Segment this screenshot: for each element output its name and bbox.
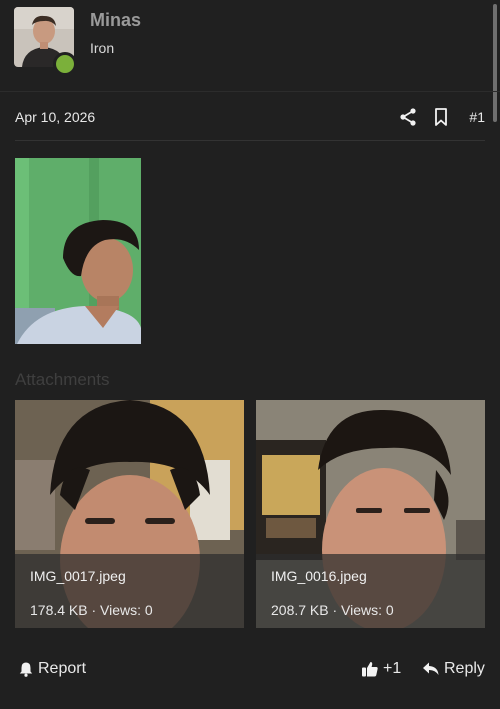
reply-button[interactable]: Reply — [422, 660, 485, 678]
thumbs-up-icon — [362, 662, 378, 677]
reply-label: Reply — [444, 660, 485, 677]
report-label: Report — [38, 660, 87, 677]
attachment-caption: IMG_0017.jpeg 178.4 KB · Views: 0 — [15, 554, 244, 628]
reply-icon — [423, 662, 439, 675]
post-meta: Apr 10, 2026 #1 — [15, 96, 485, 141]
bookmark-icon[interactable] — [431, 107, 451, 127]
attachment-info: 178.4 KB · Views: 0 — [30, 602, 153, 618]
bell-icon — [19, 662, 33, 677]
post-date[interactable]: Apr 10, 2026 — [15, 109, 95, 125]
post-actions: Report +1 Reply — [0, 650, 500, 690]
attachment-card[interactable]: IMG_0017.jpeg 178.4 KB · Views: 0 — [15, 400, 244, 628]
post-page: Minas Iron Apr 10, 2026 #1 Attachments I… — [0, 0, 500, 709]
share-icon[interactable] — [398, 107, 418, 127]
inline-photo[interactable] — [15, 158, 141, 344]
attachment-filename[interactable]: IMG_0016.jpeg — [271, 568, 367, 584]
attachment-info: 208.7 KB · Views: 0 — [271, 602, 394, 618]
username[interactable]: Minas — [90, 10, 141, 31]
post-header: Minas Iron — [0, 0, 500, 92]
online-status-indicator — [53, 52, 77, 76]
attachments-heading: Attachments — [15, 370, 110, 389]
like-count: +1 — [383, 660, 402, 677]
user-title: Iron — [90, 40, 115, 56]
attachment-filename[interactable]: IMG_0017.jpeg — [30, 568, 126, 584]
attachment-caption: IMG_0016.jpeg 208.7 KB · Views: 0 — [256, 554, 485, 628]
post-number-link[interactable]: #1 — [469, 109, 485, 125]
report-button[interactable]: Report — [18, 660, 86, 678]
attachment-card[interactable]: IMG_0016.jpeg 208.7 KB · Views: 0 — [256, 400, 485, 628]
like-button[interactable]: +1 — [361, 660, 401, 678]
